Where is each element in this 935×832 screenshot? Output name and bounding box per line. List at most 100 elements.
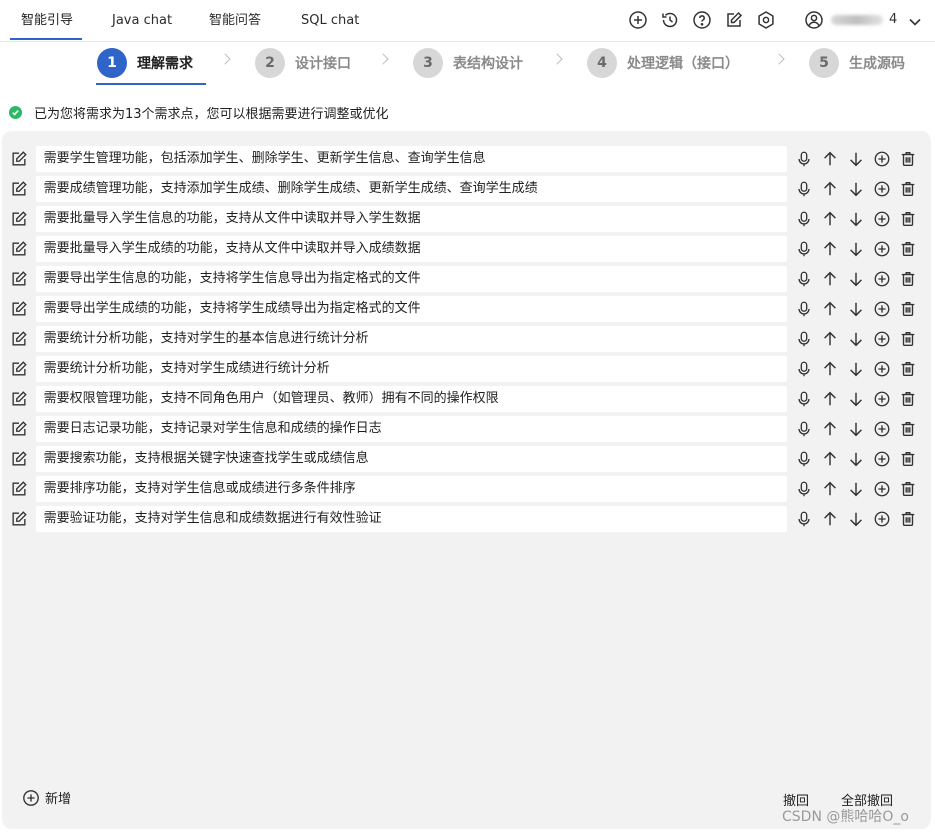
- arrow-up-icon[interactable]: [817, 267, 843, 291]
- chevron-down-icon[interactable]: [909, 11, 921, 30]
- arrow-down-icon[interactable]: [843, 207, 869, 231]
- microphone-icon[interactable]: [791, 267, 817, 291]
- plus-circle-icon[interactable]: [869, 447, 895, 471]
- trash-icon[interactable]: [895, 147, 921, 171]
- plus-circle-icon[interactable]: [869, 477, 895, 501]
- trash-icon[interactable]: [895, 237, 921, 261]
- trash-icon[interactable]: [895, 297, 921, 321]
- plus-circle-icon[interactable]: [869, 267, 895, 291]
- microphone-icon[interactable]: [791, 447, 817, 471]
- step-1[interactable]: 1 理解需求: [97, 48, 193, 78]
- plus-circle-icon[interactable]: [869, 327, 895, 351]
- edit-icon[interactable]: [8, 358, 30, 380]
- arrow-down-icon[interactable]: [843, 357, 869, 381]
- arrow-down-icon[interactable]: [843, 177, 869, 201]
- tab-java-chat[interactable]: Java chat: [112, 0, 172, 40]
- microphone-icon[interactable]: [791, 477, 817, 501]
- edit-icon[interactable]: [8, 238, 30, 260]
- microphone-icon[interactable]: [791, 177, 817, 201]
- requirement-text[interactable]: 需要排序功能，支持对学生信息或成绩进行多条件排序: [35, 476, 787, 502]
- arrow-down-icon[interactable]: [843, 447, 869, 471]
- arrow-up-icon[interactable]: [817, 447, 843, 471]
- edit-icon[interactable]: [8, 328, 30, 350]
- trash-icon[interactable]: [895, 267, 921, 291]
- edit-icon[interactable]: [723, 9, 745, 31]
- microphone-icon[interactable]: [791, 207, 817, 231]
- arrow-down-icon[interactable]: [843, 477, 869, 501]
- plus-circle-icon[interactable]: [627, 9, 649, 31]
- edit-icon[interactable]: [8, 418, 30, 440]
- step-4[interactable]: 4 处理逻辑（接口）: [587, 48, 739, 78]
- requirement-text[interactable]: 需要验证功能，支持对学生信息和成绩数据进行有效性验证: [35, 506, 787, 532]
- tab-smart-qa[interactable]: 智能问答: [209, 0, 261, 40]
- trash-icon[interactable]: [895, 207, 921, 231]
- arrow-up-icon[interactable]: [817, 297, 843, 321]
- requirement-text[interactable]: 需要成绩管理功能，支持添加学生成绩、删除学生成绩、更新学生成绩、查询学生成绩: [35, 176, 787, 202]
- plus-circle-icon[interactable]: [869, 207, 895, 231]
- step-5[interactable]: 5 生成源码: [809, 48, 905, 78]
- edit-icon[interactable]: [8, 448, 30, 470]
- arrow-down-icon[interactable]: [843, 507, 869, 531]
- trash-icon[interactable]: [895, 327, 921, 351]
- requirement-text[interactable]: 需要日志记录功能，支持记录对学生信息和成绩的操作日志: [35, 416, 787, 442]
- plus-circle-icon[interactable]: [869, 357, 895, 381]
- history-icon[interactable]: [659, 9, 681, 31]
- add-requirement-button[interactable]: 新增: [22, 788, 71, 807]
- edit-icon[interactable]: [8, 148, 30, 170]
- edit-icon[interactable]: [8, 268, 30, 290]
- arrow-up-icon[interactable]: [817, 357, 843, 381]
- requirement-text[interactable]: 需要导出学生信息的功能，支持将学生信息导出为指定格式的文件: [35, 266, 787, 292]
- arrow-down-icon[interactable]: [843, 237, 869, 261]
- trash-icon[interactable]: [895, 507, 921, 531]
- edit-icon[interactable]: [8, 208, 30, 230]
- microphone-icon[interactable]: [791, 357, 817, 381]
- microphone-icon[interactable]: [791, 387, 817, 411]
- arrow-up-icon[interactable]: [817, 507, 843, 531]
- microphone-icon[interactable]: [791, 507, 817, 531]
- arrow-down-icon[interactable]: [843, 297, 869, 321]
- arrow-up-icon[interactable]: [817, 387, 843, 411]
- edit-icon[interactable]: [8, 508, 30, 530]
- requirement-text[interactable]: 需要学生管理功能，包括添加学生、删除学生、更新学生信息、查询学生信息: [35, 146, 787, 172]
- microphone-icon[interactable]: [791, 237, 817, 261]
- settings-icon[interactable]: [755, 9, 777, 31]
- arrow-up-icon[interactable]: [817, 477, 843, 501]
- arrow-up-icon[interactable]: [817, 207, 843, 231]
- help-icon[interactable]: [691, 9, 713, 31]
- arrow-up-icon[interactable]: [817, 177, 843, 201]
- edit-icon[interactable]: [8, 178, 30, 200]
- requirement-text[interactable]: 需要导出学生成绩的功能，支持将学生成绩导出为指定格式的文件: [35, 296, 787, 322]
- trash-icon[interactable]: [895, 417, 921, 441]
- microphone-icon[interactable]: [791, 147, 817, 171]
- step-2[interactable]: 2 设计接口: [255, 48, 351, 78]
- trash-icon[interactable]: [895, 387, 921, 411]
- arrow-down-icon[interactable]: [843, 327, 869, 351]
- plus-circle-icon[interactable]: [869, 147, 895, 171]
- plus-circle-icon[interactable]: [869, 417, 895, 441]
- trash-icon[interactable]: [895, 477, 921, 501]
- requirement-text[interactable]: 需要权限管理功能，支持不同角色用户（如管理员、教师）拥有不同的操作权限: [35, 386, 787, 412]
- arrow-up-icon[interactable]: [817, 417, 843, 441]
- trash-icon[interactable]: [895, 177, 921, 201]
- trash-icon[interactable]: [895, 357, 921, 381]
- plus-circle-icon[interactable]: [869, 387, 895, 411]
- edit-icon[interactable]: [8, 478, 30, 500]
- arrow-down-icon[interactable]: [843, 267, 869, 291]
- plus-circle-icon[interactable]: [869, 297, 895, 321]
- plus-circle-icon[interactable]: [869, 177, 895, 201]
- arrow-up-icon[interactable]: [817, 327, 843, 351]
- user-menu[interactable]: 4: [803, 9, 921, 31]
- arrow-down-icon[interactable]: [843, 417, 869, 441]
- trash-icon[interactable]: [895, 447, 921, 471]
- tab-sql-chat[interactable]: SQL chat: [301, 0, 359, 40]
- requirement-text[interactable]: 需要统计分析功能，支持对学生成绩进行统计分析: [35, 356, 787, 382]
- edit-icon[interactable]: [8, 298, 30, 320]
- plus-circle-icon[interactable]: [869, 507, 895, 531]
- microphone-icon[interactable]: [791, 297, 817, 321]
- requirement-text[interactable]: 需要统计分析功能，支持对学生的基本信息进行统计分析: [35, 326, 787, 352]
- step-3[interactable]: 3 表结构设计: [413, 48, 523, 78]
- requirement-text[interactable]: 需要搜索功能，支持根据关键字快速查找学生或成绩信息: [35, 446, 787, 472]
- microphone-icon[interactable]: [791, 327, 817, 351]
- edit-icon[interactable]: [8, 388, 30, 410]
- tab-smart-guide[interactable]: 智能引导: [21, 0, 73, 40]
